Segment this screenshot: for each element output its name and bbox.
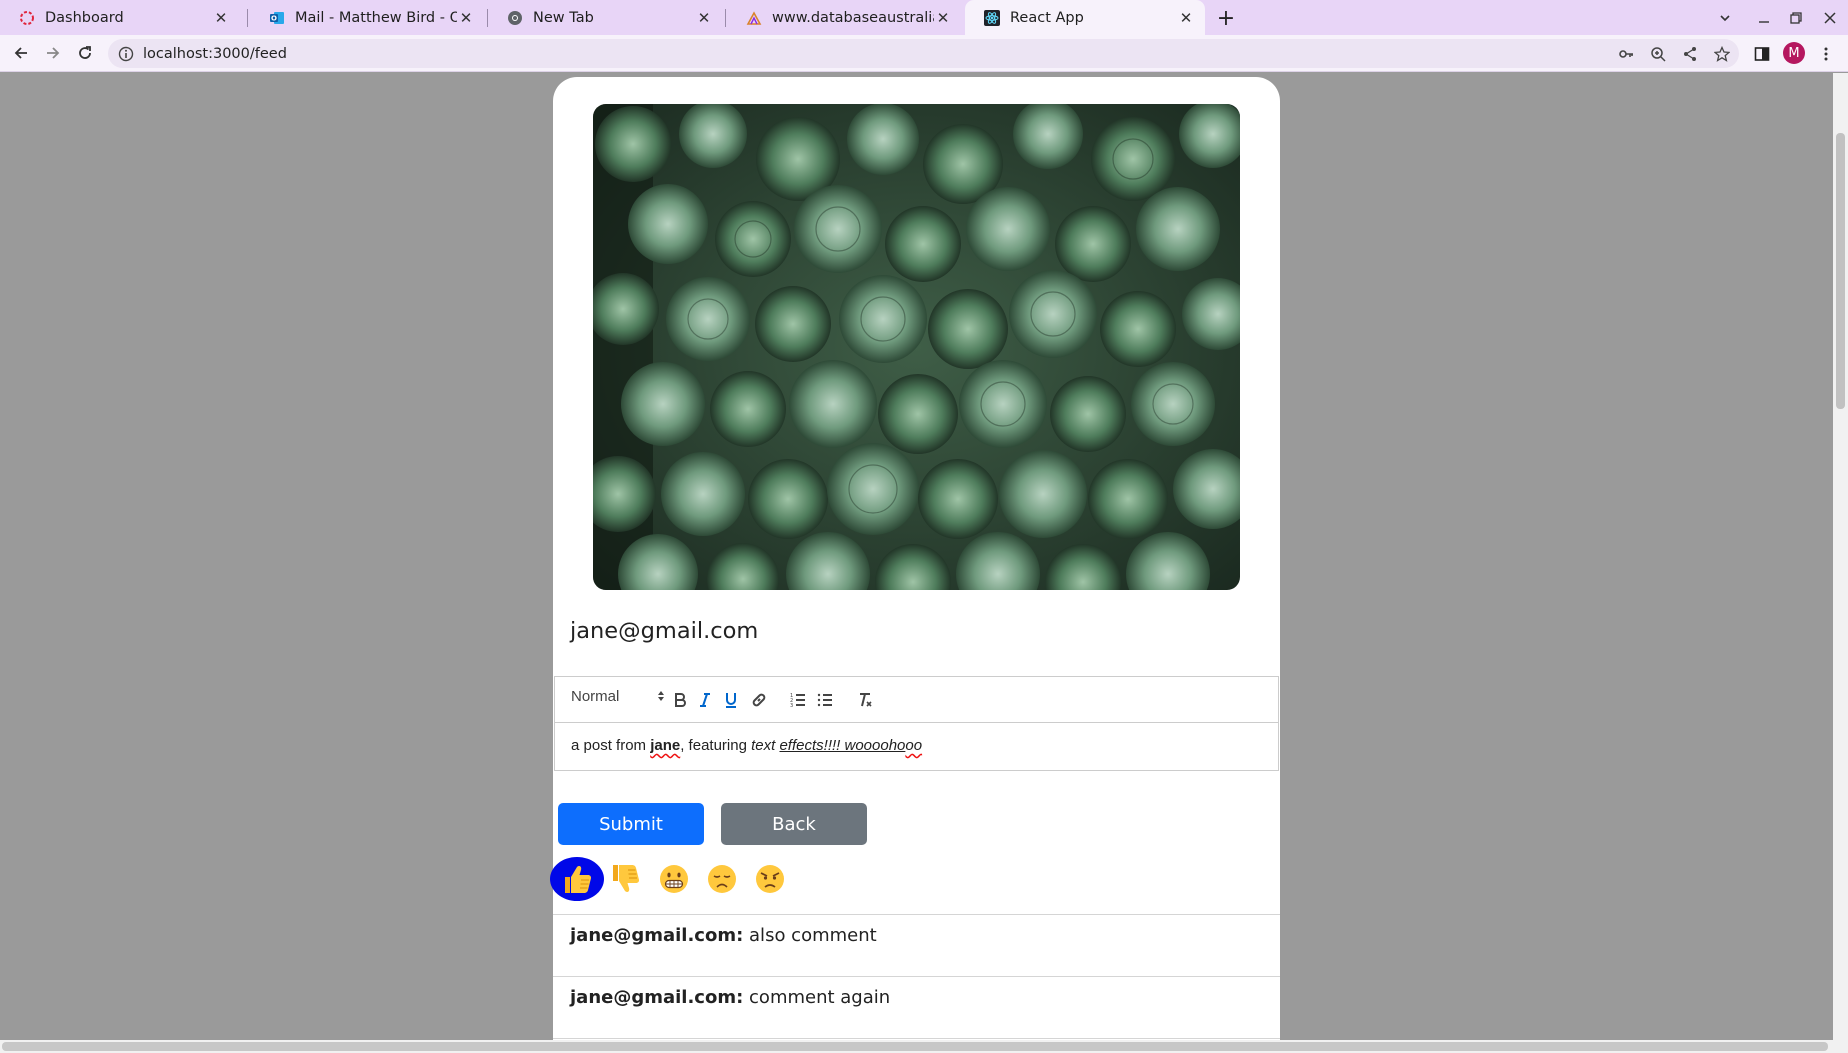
disappointed-face-icon — [708, 865, 736, 893]
reaction-thumbs-up[interactable] — [550, 857, 604, 901]
post-card: jane@gmail.com Normal 1 2 3 a post from … — [550, 77, 1280, 1053]
ordered-list-icon[interactable]: 123 — [786, 688, 810, 712]
rich-text-editor[interactable]: Normal 123 a post from jane, featuring t… — [554, 676, 1279, 771]
content-text: , featuring — [680, 737, 752, 754]
tab-strip: Dashboard ✕ O Mail - Matthew Bird - Outl… — [0, 0, 1848, 35]
tab-mail[interactable]: O Mail - Matthew Bird - Outlook ✕ — [250, 0, 485, 35]
tab-database-australia[interactable]: www.databaseaustralia.com ✕ — [727, 0, 962, 35]
outlook-icon: O — [269, 10, 285, 26]
comment-item: jane@gmail.com: also comment — [553, 914, 1280, 976]
underline-icon[interactable] — [719, 688, 743, 712]
zoom-icon[interactable] — [1648, 44, 1668, 64]
post-author: jane@gmail.com — [570, 618, 759, 644]
close-icon[interactable]: ✕ — [212, 9, 230, 27]
profile-avatar[interactable]: M — [1783, 42, 1805, 64]
thumbs-down-icon — [613, 865, 640, 892]
close-icon[interactable]: ✕ — [695, 9, 713, 27]
password-key-icon[interactable] — [1616, 44, 1636, 64]
reaction-thumbs-down[interactable] — [598, 857, 652, 901]
bold-icon[interactable] — [668, 688, 692, 712]
window-close-icon[interactable] — [1818, 6, 1842, 30]
comment-text: comment again — [749, 987, 891, 1008]
url-text: localhost:3000/feed — [143, 45, 287, 62]
content-bold: jane — [650, 737, 681, 754]
tab-title: Dashboard — [45, 9, 124, 26]
comment-author: jane@gmail.com: — [570, 925, 744, 946]
kebab-menu-icon[interactable] — [1815, 43, 1837, 65]
tab-dashboard[interactable]: Dashboard ✕ — [0, 0, 240, 35]
editor-content[interactable]: a post from jane, featuring text effects… — [555, 723, 1278, 768]
tab-title: www.databaseaustralia.com — [772, 9, 934, 26]
close-icon[interactable]: ✕ — [457, 9, 475, 27]
horizontal-scrollbar[interactable] — [0, 1040, 1848, 1053]
post-image — [593, 104, 1240, 590]
tab-title: New Tab — [533, 9, 594, 26]
thumbs-up-icon — [565, 866, 592, 893]
bookmark-star-icon[interactable] — [1712, 44, 1732, 64]
close-icon[interactable]: ✕ — [934, 9, 952, 27]
tab-title: React App — [1010, 9, 1084, 26]
dashboard-favicon — [19, 10, 35, 26]
address-bar[interactable]: localhost:3000/feed — [108, 39, 1739, 68]
select-arrows-icon — [657, 690, 665, 702]
minimize-icon[interactable] — [1752, 6, 1776, 30]
new-tab-button[interactable]: + — [1213, 5, 1239, 31]
close-icon[interactable]: ✕ — [1177, 9, 1195, 27]
react-icon — [984, 9, 1000, 26]
vertical-scrollbar[interactable] — [1833, 73, 1848, 1040]
browser-toolbar: localhost:3000/feed M — [0, 35, 1848, 72]
tab-title: Mail - Matthew Bird - Outlook — [295, 9, 457, 26]
tab-search-icon[interactable] — [1713, 6, 1737, 30]
content-italic-underlined: oo — [905, 737, 923, 754]
chrome-icon — [507, 10, 523, 26]
editor-toolbar: Normal 123 — [555, 677, 1278, 723]
content-text: a post from — [571, 737, 651, 754]
comment-author: jane@gmail.com: — [570, 987, 744, 1008]
reload-icon[interactable] — [72, 40, 98, 66]
clear-format-icon[interactable] — [853, 688, 877, 712]
comment-item: jane@gmail.com: comment again — [553, 976, 1280, 1038]
side-panel-icon[interactable] — [1751, 43, 1773, 65]
angry-face-icon — [756, 865, 784, 893]
tab-divider — [725, 9, 726, 27]
page-viewport: jane@gmail.com Normal 1 2 3 a post from … — [0, 73, 1848, 1053]
share-icon[interactable] — [1680, 44, 1700, 64]
content-italic: text — [751, 737, 776, 754]
back-arrow-icon[interactable] — [8, 40, 34, 66]
text-size-select[interactable]: Normal — [571, 688, 619, 705]
svg-text:O: O — [271, 14, 277, 22]
reaction-grin[interactable] — [647, 857, 701, 901]
forward-arrow-icon[interactable] — [40, 40, 66, 66]
italic-icon[interactable] — [693, 688, 717, 712]
comment-text: also comment — [749, 925, 877, 946]
tab-new-tab[interactable]: New Tab ✕ — [488, 0, 723, 35]
tab-divider — [247, 9, 248, 27]
submit-button[interactable]: Submit — [558, 803, 704, 845]
reaction-angry[interactable] — [743, 857, 797, 901]
content-italic-underlined: effects!!!! wooooho — [779, 737, 906, 754]
restore-icon[interactable] — [1784, 6, 1808, 30]
svg-text:3: 3 — [790, 703, 793, 709]
tab-react-app[interactable]: React App ✕ — [965, 0, 1205, 35]
site-info-icon[interactable] — [118, 46, 134, 62]
grin-face-icon — [660, 865, 688, 893]
bullet-list-icon[interactable] — [813, 688, 837, 712]
link-icon[interactable] — [747, 688, 771, 712]
scrollbar-thumb[interactable] — [1836, 133, 1845, 409]
reaction-disappointed[interactable] — [695, 857, 749, 901]
back-button[interactable]: Back — [721, 803, 867, 845]
database-australia-favicon — [746, 10, 762, 26]
scrollbar-thumb[interactable] — [2, 1042, 1828, 1051]
